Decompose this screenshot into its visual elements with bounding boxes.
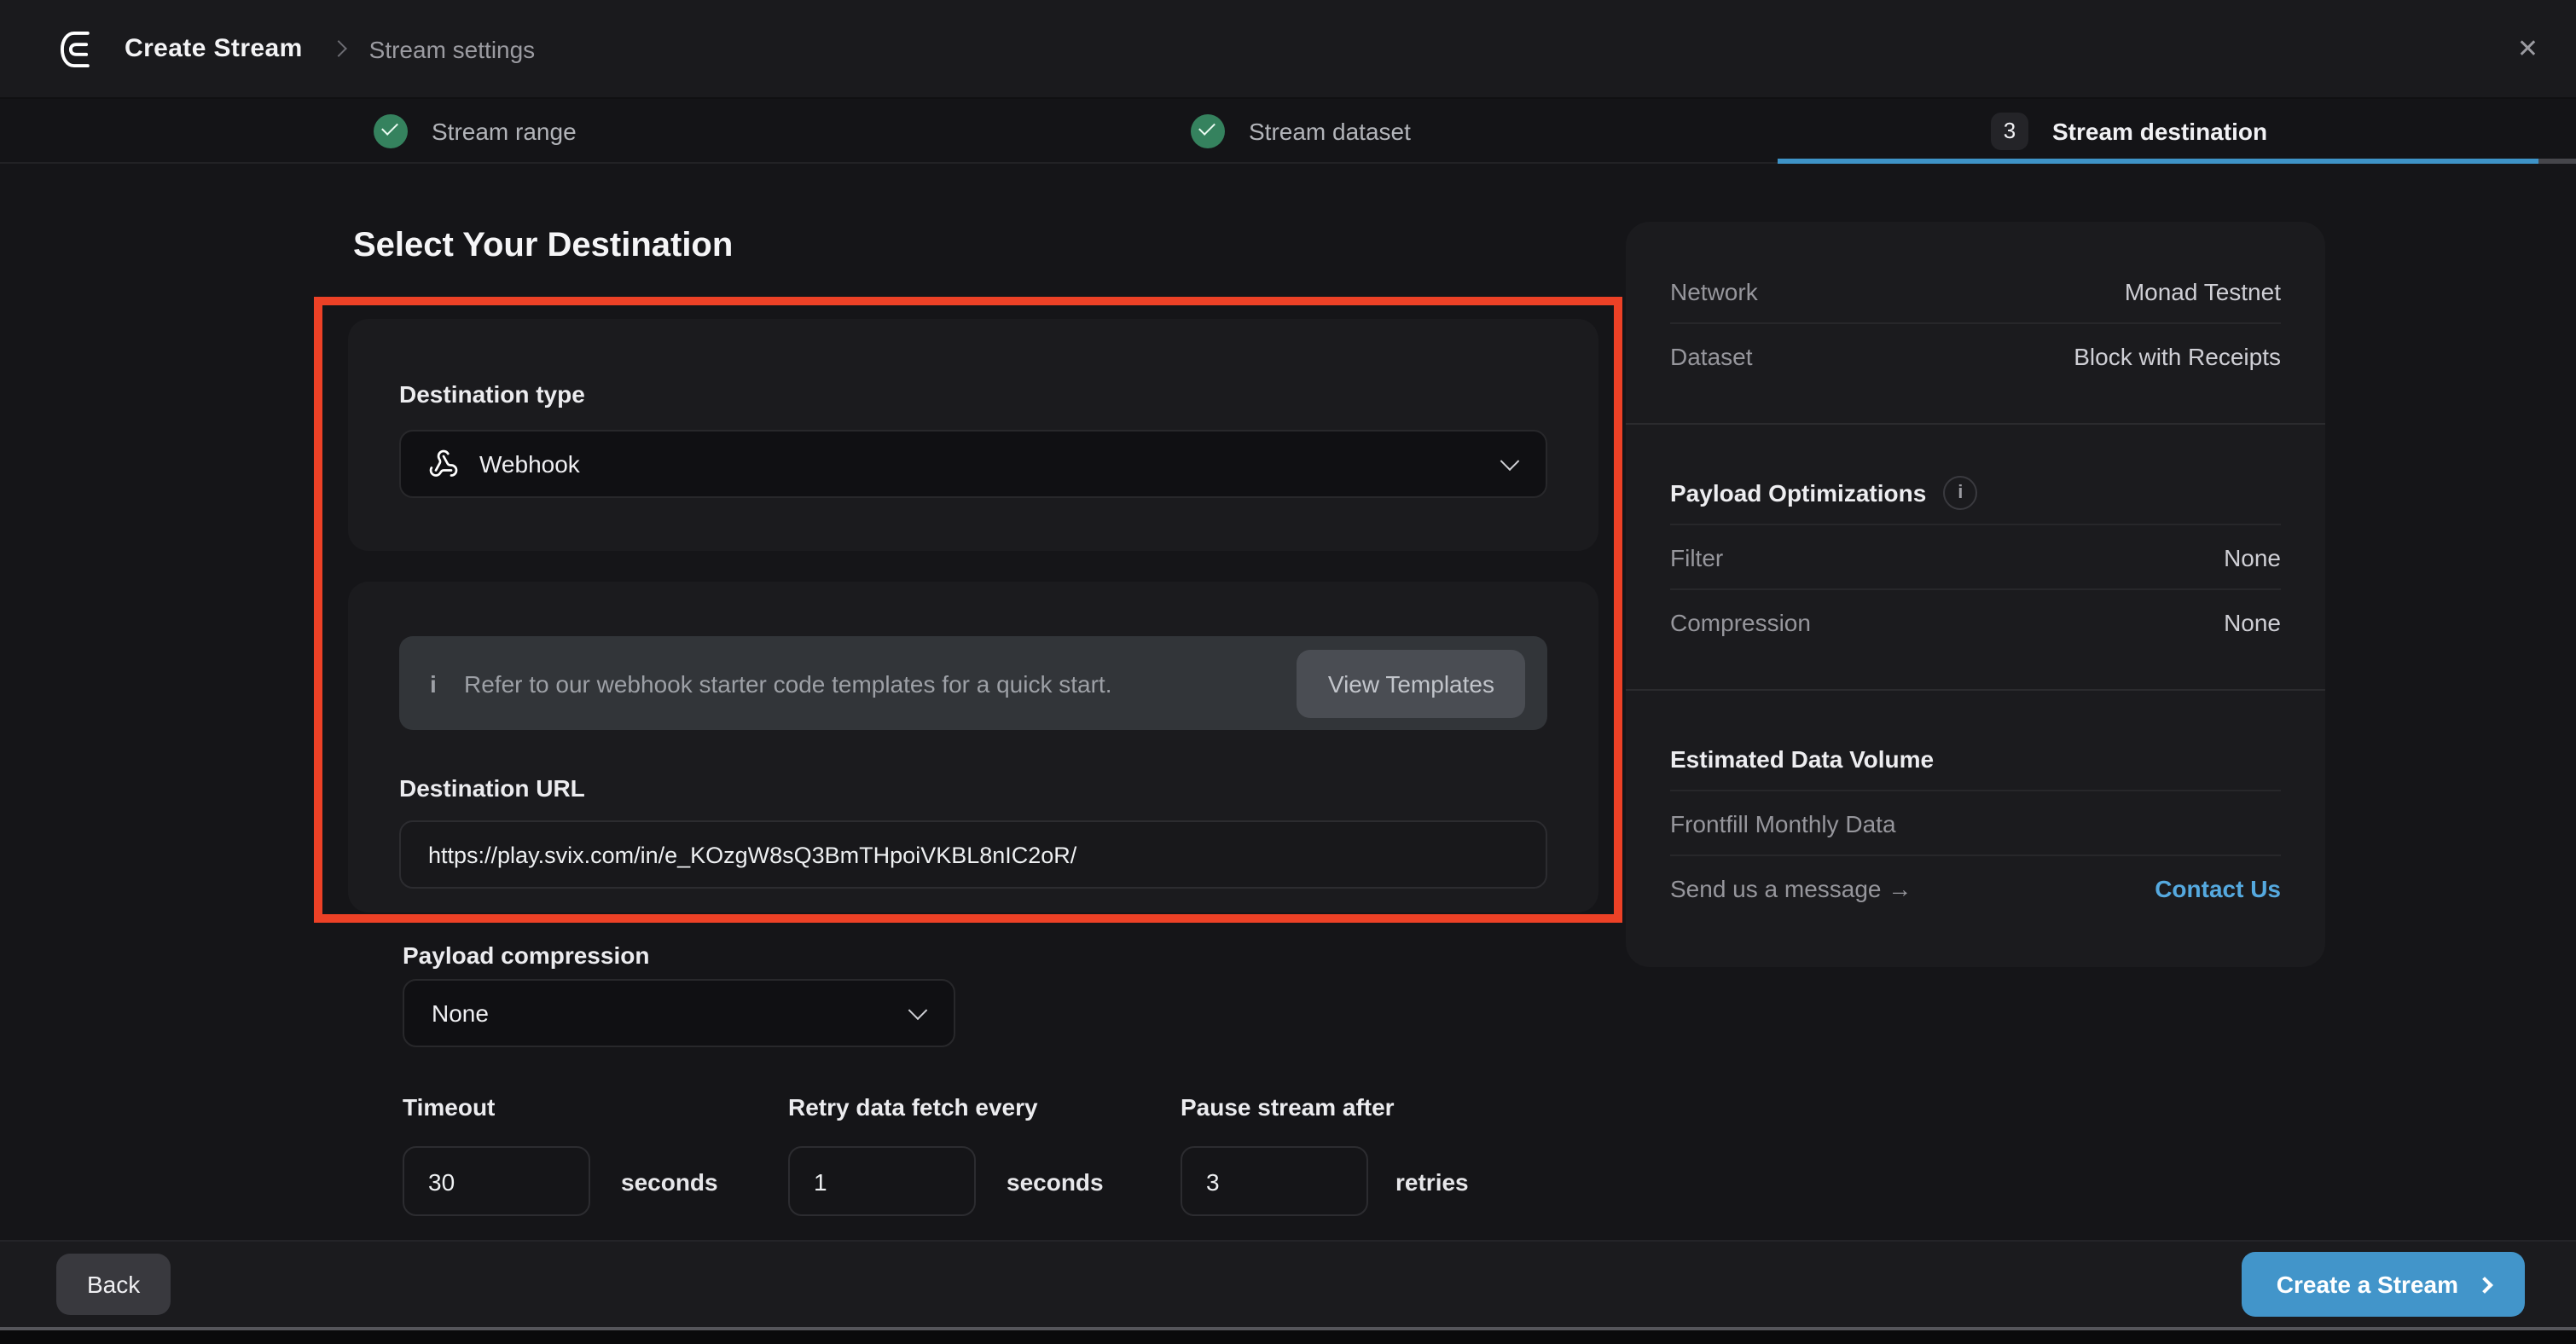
breadcrumb-chevron-icon (331, 40, 348, 57)
destination-type-select[interactable]: Webhook (399, 430, 1547, 498)
row-label: Frontfill Monthly Data (1670, 809, 1896, 837)
payload-optimizations-header: Payload Optimizations i (1670, 461, 2281, 524)
retry-input[interactable] (788, 1146, 976, 1216)
check-icon (1191, 113, 1225, 148)
contact-us-link[interactable]: Contact Us (2155, 874, 2281, 901)
row-value: None (2224, 543, 2281, 571)
tab-stream-range[interactable]: Stream range (374, 99, 577, 162)
create-stream-button[interactable]: Create a Stream (2242, 1252, 2525, 1317)
destination-url-input[interactable] (399, 820, 1547, 889)
webhook-icon (428, 449, 459, 479)
background-strip (0, 1330, 2576, 1344)
header: Create Stream Stream settings ✕ (0, 0, 2576, 97)
chevron-right-icon (2476, 1276, 2493, 1293)
summary-row-network: Network Monad Testnet (1670, 259, 2281, 322)
stepper-bar: Stream range Stream dataset 3 Stream des… (0, 97, 2576, 164)
back-button[interactable]: Back (56, 1254, 171, 1315)
check-icon (374, 113, 408, 148)
summary-row-filter: Filter None (1670, 525, 2281, 588)
payload-compression-label: Payload compression (403, 941, 649, 969)
section-heading: Select Your Destination (353, 227, 733, 266)
summary-row-contact: Send us a message → Contact Us (1670, 856, 2281, 919)
webhook-templates-banner: i Refer to our webhook starter code temp… (399, 636, 1547, 730)
row-label: Compression (1670, 608, 1811, 635)
row-value: Monad Testnet (2125, 277, 2281, 304)
section-divider (1626, 423, 2325, 425)
page-title: Create Stream (125, 34, 303, 63)
summary-row-compression: Compression None (1670, 590, 2281, 653)
section-divider (1626, 689, 2325, 691)
destination-type-value: Webhook (479, 450, 580, 478)
tab-indicator-track (2538, 159, 2576, 164)
timeout-input[interactable] (403, 1146, 590, 1216)
row-label: Send us a message → (1670, 874, 1912, 901)
destination-type-card: Destination type Webhook (348, 319, 1598, 551)
close-icon[interactable]: ✕ (2517, 36, 2538, 61)
create-stream-modal: Create Stream Stream settings ✕ Stream r… (0, 0, 2576, 1344)
tab-stream-destination[interactable]: 3 Stream destination (1991, 99, 2267, 162)
quicknode-logo-icon (56, 26, 101, 71)
row-label: Network (1670, 277, 1758, 304)
tab-label: Stream range (432, 117, 577, 144)
tab-label: Stream destination (2052, 117, 2267, 144)
retry-unit: seconds (1007, 1168, 1104, 1196)
summary-row-dataset: Dataset Block with Receipts (1670, 324, 2281, 387)
info-icon: i (430, 669, 464, 697)
info-icon[interactable]: i (1943, 475, 1977, 509)
payload-compression-value: None (432, 999, 489, 1027)
timeout-unit: seconds (621, 1168, 718, 1196)
step-number-badge: 3 (1991, 112, 2028, 149)
active-tab-indicator (1778, 159, 2538, 164)
chevron-down-icon (908, 1000, 928, 1020)
row-value: None (2224, 608, 2281, 635)
footer-bar: Back Create a Stream (0, 1240, 2576, 1327)
banner-text: Refer to our webhook starter code templa… (464, 669, 1112, 697)
section-title-text: Payload Optimizations (1670, 478, 1926, 506)
timeout-label: Timeout (403, 1093, 495, 1121)
create-stream-label: Create a Stream (2277, 1271, 2458, 1298)
estimated-data-volume-header: Estimated Data Volume (1670, 727, 2281, 790)
row-value: Block with Receipts (2074, 342, 2281, 369)
destination-type-label: Destination type (399, 380, 1547, 408)
summary-panel: Network Monad Testnet Dataset Block with… (1626, 222, 2325, 967)
pause-unit: retries (1395, 1168, 1469, 1196)
view-templates-button[interactable]: View Templates (1297, 649, 1525, 717)
section-title-text: Estimated Data Volume (1670, 744, 1934, 772)
pause-label: Pause stream after (1181, 1093, 1395, 1121)
tab-stream-dataset[interactable]: Stream dataset (1191, 99, 1411, 162)
destination-url-label: Destination URL (399, 774, 1547, 802)
section-title: Payload Optimizations i (1670, 475, 1977, 509)
destination-url-card: i Refer to our webhook starter code temp… (348, 582, 1598, 912)
summary-row-frontfill: Frontfill Monthly Data (1670, 791, 2281, 854)
breadcrumb: Stream settings (369, 35, 536, 62)
tab-label: Stream dataset (1249, 117, 1411, 144)
row-label: Filter (1670, 543, 1723, 571)
retry-label: Retry data fetch every (788, 1093, 1038, 1121)
pause-input[interactable] (1181, 1146, 1368, 1216)
payload-compression-select[interactable]: None (403, 979, 955, 1047)
chevron-down-icon (1500, 451, 1520, 471)
row-label: Dataset (1670, 342, 1753, 369)
